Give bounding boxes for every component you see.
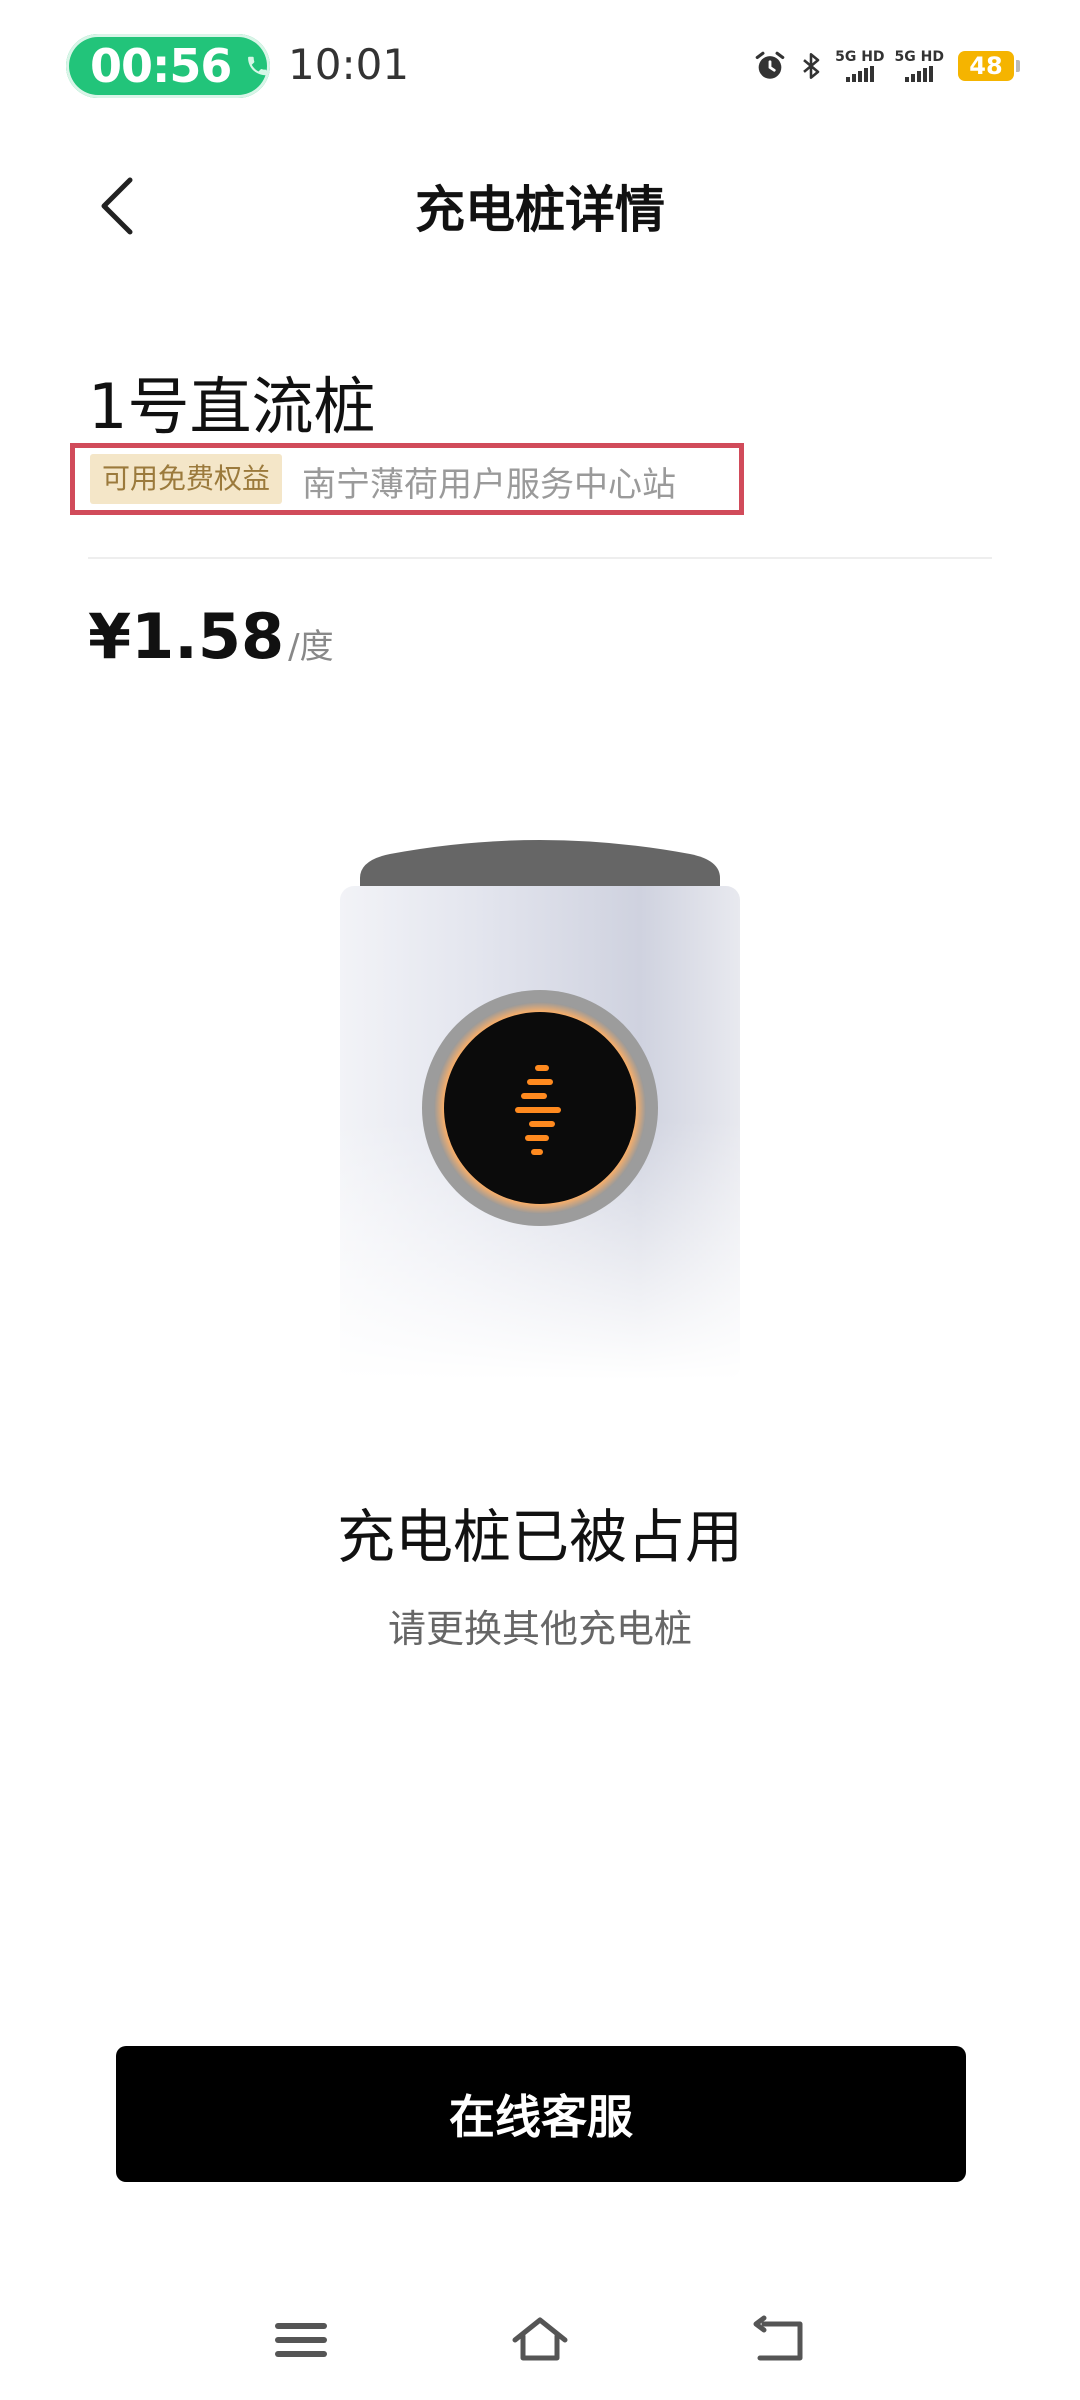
signal-indicator-2: 5G HD	[895, 50, 944, 82]
price: ¥1.58 /度	[88, 600, 334, 673]
signal-indicator-1: 5G HD	[835, 49, 885, 82]
battery-icon: 48	[958, 51, 1020, 81]
system-nav-bar	[0, 2300, 1080, 2380]
status-icons: 5G HD 5G HD 48	[753, 44, 1020, 88]
divider	[88, 557, 992, 559]
price-unit: /度	[288, 627, 334, 667]
home-icon[interactable]	[507, 2310, 573, 2370]
online-service-button[interactable]: 在线客服	[116, 2046, 966, 2182]
occupied-subtitle: 请更换其他充电桩	[387, 1607, 692, 1651]
status-bar: 00:56 10:01 5G HD 5G HD 48	[0, 0, 1080, 130]
menu-icon[interactable]	[268, 2310, 334, 2370]
back-icon[interactable]	[748, 2310, 814, 2370]
free-benefit-tag: 可用免费权益	[90, 454, 283, 504]
page-title: 充电桩详情	[415, 181, 665, 239]
pile-name: 1号直流桩	[88, 370, 376, 443]
clock: 10:01	[288, 40, 410, 89]
call-timer: 00:56	[90, 39, 232, 93]
signal-icon	[905, 66, 934, 82]
charger-detail-page: 00:56 10:01 5G HD 5G HD 48 充电桩详情 1号直流桩 可…	[0, 0, 1080, 2400]
occupied-title: 充电桩已被占用	[336, 1503, 743, 1571]
phone-icon	[248, 56, 267, 76]
charger-pile-illustration	[340, 840, 740, 1380]
network-label-2: 5G HD	[894, 49, 944, 65]
signal-icon	[845, 66, 874, 82]
price-amount: ¥1.58	[88, 600, 285, 673]
ongoing-call-pill[interactable]: 00:56	[66, 34, 270, 98]
network-label-1: 5G HD	[835, 49, 885, 65]
alarm-icon	[755, 51, 785, 79]
station-name: 南宁薄荷用户服务中心站	[302, 465, 676, 505]
bluetooth-icon	[803, 53, 820, 79]
